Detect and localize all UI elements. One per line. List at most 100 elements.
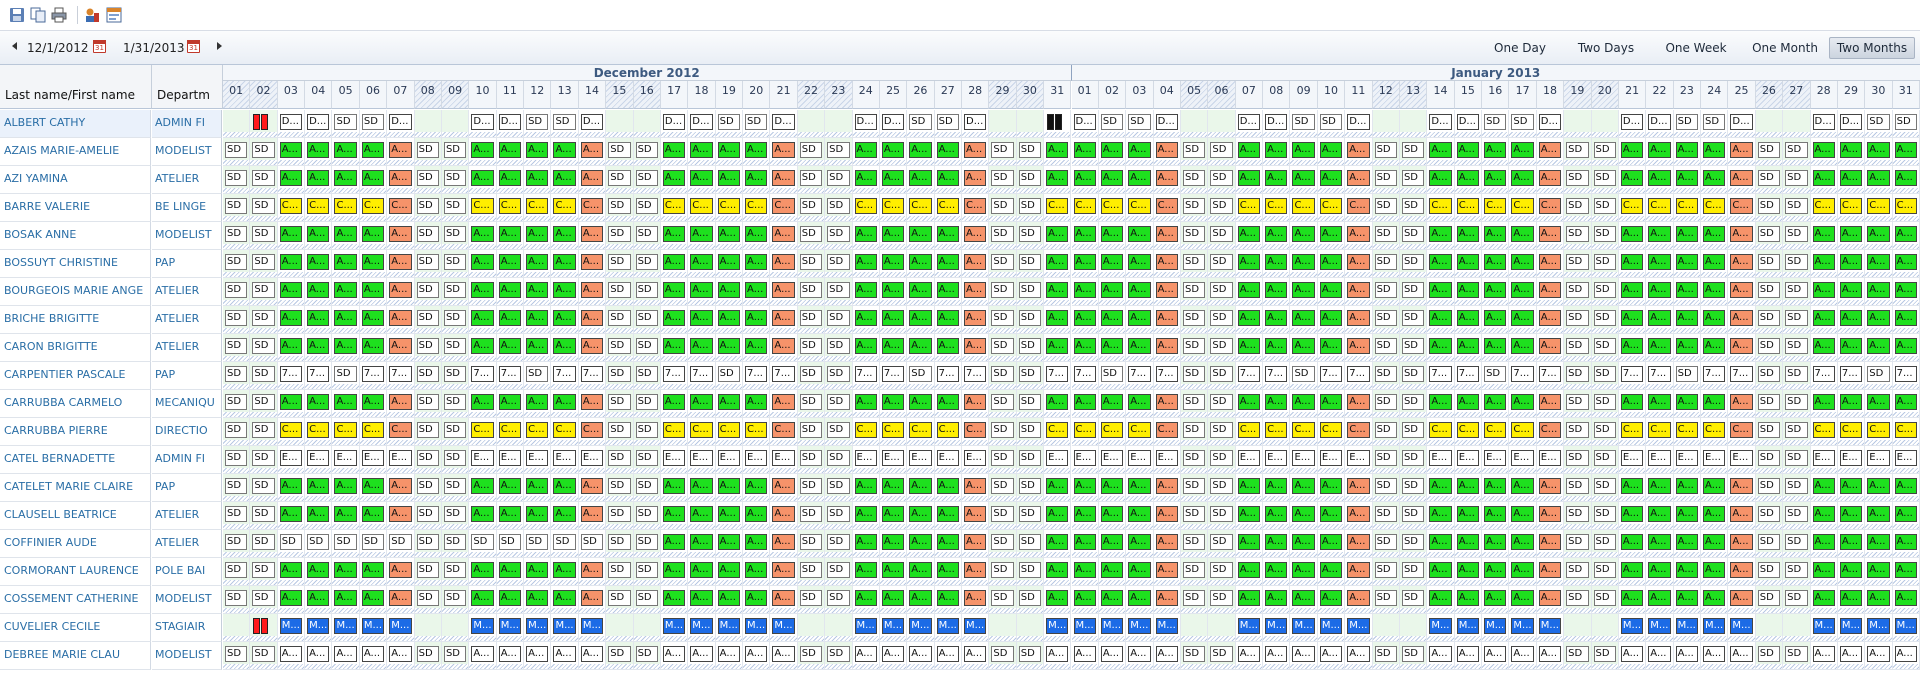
day-cell[interactable]: A... [1810, 278, 1838, 306]
day-header[interactable]: 23 [1673, 81, 1702, 109]
start-date[interactable]: 12/1/2012 [27, 41, 89, 55]
day-off-appointment[interactable]: SD [827, 282, 850, 298]
shift-appointment[interactable]: A... [1265, 282, 1288, 298]
day-cell[interactable]: A... [1345, 306, 1373, 334]
day-cell[interactable]: 7... [852, 362, 880, 390]
day-cell[interactable]: C... [1071, 418, 1099, 446]
day-cell[interactable]: A... [1728, 530, 1756, 558]
day-off-appointment[interactable]: SD [1210, 170, 1233, 186]
day-cell[interactable]: A... [277, 642, 306, 670]
shift-appointment[interactable]: A... [1484, 338, 1507, 354]
shift-appointment[interactable]: A... [1675, 142, 1699, 158]
shift-appointment[interactable]: A... [1128, 254, 1151, 270]
shift-appointment[interactable]: A... [1839, 478, 1863, 494]
day-off-appointment[interactable]: SD [416, 590, 439, 606]
day-off-appointment[interactable]: SD [1182, 394, 1206, 410]
day-cell[interactable]: A... [387, 334, 415, 362]
day-cell[interactable]: A... [1865, 502, 1893, 530]
day-cell[interactable]: M... [879, 614, 908, 642]
day-cell[interactable]: SD [1180, 362, 1209, 390]
shift-appointment[interactable]: A... [389, 590, 412, 606]
shift-appointment[interactable]: C... [1484, 422, 1507, 438]
shift-appointment[interactable]: E... [1456, 450, 1480, 466]
day-off-appointment[interactable]: SD [1757, 170, 1781, 186]
day-cell[interactable]: SD [633, 250, 661, 278]
day-cell[interactable]: A... [359, 502, 388, 530]
day-cell[interactable]: SD [606, 502, 634, 530]
day-cell[interactable]: M... [1454, 614, 1483, 642]
day-cell[interactable]: A... [1098, 558, 1127, 586]
day-cell[interactable]: A... [524, 558, 552, 586]
day-cell[interactable]: SD [989, 334, 1017, 362]
day-off-appointment[interactable]: SD [1593, 198, 1616, 214]
shift-appointment[interactable]: A... [1812, 142, 1835, 158]
day-cell[interactable]: SD [989, 278, 1017, 306]
shift-appointment[interactable]: M... [854, 618, 877, 634]
day-cell[interactable]: C... [688, 194, 716, 222]
shift-appointment[interactable]: A... [1484, 142, 1507, 158]
day-cell[interactable]: C... [1865, 194, 1893, 222]
day-off-appointment[interactable]: SD [1182, 226, 1206, 242]
shift-appointment[interactable]: A... [1511, 142, 1534, 158]
shift-appointment[interactable]: A... [307, 310, 330, 326]
shift-appointment[interactable]: A... [717, 562, 741, 578]
day-cell[interactable]: SD [1755, 362, 1784, 390]
day-cell[interactable]: SD [1208, 250, 1236, 278]
day-off-appointment[interactable]: SD [1018, 422, 1042, 438]
day-cell[interactable]: SD [1372, 166, 1400, 194]
shift-appointment[interactable]: A... [1319, 282, 1343, 298]
day-cell[interactable]: SD [1399, 362, 1428, 390]
day-off-appointment[interactable]: SD [991, 646, 1014, 662]
day-cell[interactable]: A... [1810, 502, 1838, 530]
shift-appointment[interactable]: A... [1538, 562, 1562, 578]
day-cell[interactable]: SD [1783, 278, 1811, 306]
shift-appointment[interactable]: A... [1839, 646, 1863, 662]
day-cell[interactable]: SD [250, 334, 278, 362]
day-off-appointment[interactable]: SD [1374, 506, 1397, 522]
employee-name[interactable]: BOSSUYT CHRISTINE [0, 250, 151, 278]
shift-appointment[interactable]: E... [1319, 450, 1343, 466]
day-cell[interactable]: A... [1865, 474, 1893, 502]
day-cell[interactable] [989, 614, 1017, 642]
day-cell[interactable]: A... [1810, 222, 1838, 250]
shift-appointment[interactable]: C... [1675, 198, 1699, 214]
day-off-appointment[interactable]: SD [1566, 226, 1589, 242]
shift-appointment[interactable]: A... [1100, 282, 1124, 298]
shift-appointment[interactable]: A... [1292, 310, 1315, 326]
day-cell[interactable]: SD [1208, 474, 1236, 502]
day-cell[interactable]: SD [250, 222, 278, 250]
day-cell[interactable]: A... [1290, 306, 1318, 334]
day-cell[interactable]: A... [1345, 250, 1373, 278]
day-cell[interactable]: A... [743, 306, 771, 334]
day-cell[interactable]: A... [1153, 558, 1181, 586]
day-off-appointment[interactable]: SD [416, 478, 439, 494]
day-cell[interactable]: C... [1317, 418, 1346, 446]
day-cell[interactable]: A... [469, 278, 497, 306]
day-off-appointment[interactable]: SD [1757, 450, 1781, 466]
shift-appointment[interactable]: A... [745, 534, 768, 550]
day-cell[interactable]: 7... [1044, 362, 1072, 390]
shift-appointment[interactable]: A... [909, 142, 932, 158]
day-cell[interactable]: 7... [743, 362, 771, 390]
day-cell[interactable]: A... [1837, 558, 1866, 586]
day-cell[interactable]: A... [743, 278, 771, 306]
day-off-appointment[interactable]: SD [1785, 142, 1808, 158]
day-cell[interactable]: A... [469, 306, 497, 334]
day-cell[interactable]: A... [1345, 642, 1373, 670]
shift-appointment[interactable]: A... [690, 282, 713, 298]
day-header[interactable]: 17 [1509, 81, 1537, 109]
day-cell[interactable]: A... [1810, 474, 1838, 502]
day-cell[interactable]: A... [1837, 586, 1866, 614]
day-cell[interactable]: A... [688, 530, 716, 558]
day-cell[interactable]: E... [1536, 446, 1565, 474]
day-cell[interactable]: C... [1071, 194, 1099, 222]
shift-appointment[interactable]: A... [526, 282, 549, 298]
shift-appointment[interactable]: A... [1292, 562, 1315, 578]
shift-appointment[interactable]: A... [854, 338, 877, 354]
day-cell[interactable]: 7... [359, 362, 388, 390]
day-off-appointment[interactable]: SD [991, 478, 1014, 494]
day-off-appointment[interactable]: SD [1785, 338, 1808, 354]
day-cell[interactable]: A... [1044, 138, 1072, 166]
day-off-appointment[interactable]: SD [1566, 450, 1589, 466]
shift-appointment[interactable]: D... [1347, 114, 1370, 130]
